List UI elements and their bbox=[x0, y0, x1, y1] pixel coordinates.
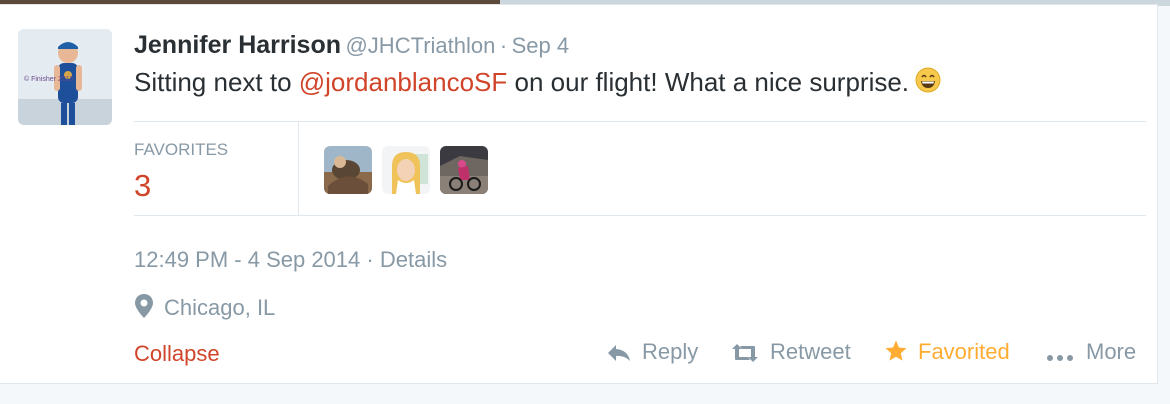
reply-icon bbox=[608, 345, 630, 361]
author-name[interactable]: Jennifer Harrison bbox=[134, 31, 341, 59]
reply-button[interactable]: Reply bbox=[606, 339, 698, 369]
favoriter-avatars bbox=[324, 146, 488, 194]
favorites-count[interactable]: 3 bbox=[134, 168, 151, 204]
location-pin-icon bbox=[135, 294, 153, 318]
favorites-label: FAVORITES bbox=[134, 140, 229, 159]
tweet-text: Sitting next to @jordanblancoSF on our f… bbox=[134, 67, 1134, 100]
timestamp-text[interactable]: 12:49 PM - 4 Sep 2014 bbox=[134, 247, 360, 272]
favoriter-avatar[interactable] bbox=[324, 146, 372, 194]
favoriter-avatar[interactable] bbox=[382, 146, 430, 194]
tweet-card[interactable]: © Finisher 2010 Jennifer Harrison @JHCTr… bbox=[0, 4, 1158, 384]
author-avatar[interactable]: © Finisher 2010 bbox=[18, 29, 112, 125]
grinning-face-emoji-icon bbox=[915, 67, 941, 100]
tweet-text-end: on our flight! What a nice surprise. bbox=[507, 67, 910, 97]
collapse-button[interactable]: Collapse bbox=[134, 341, 220, 367]
favorite-button[interactable]: Favorited bbox=[884, 339, 1010, 369]
tweet-timestamp: 12:49 PM - 4 Sep 2014 · Details bbox=[134, 247, 447, 273]
favoriter-avatar[interactable] bbox=[440, 146, 488, 194]
avatar-image: © Finisher 2010 bbox=[18, 29, 112, 125]
more-dots-icon bbox=[1047, 355, 1073, 361]
author-handle[interactable]: @JHCTriathlon bbox=[345, 33, 495, 58]
tweet-date[interactable]: Sep 4 bbox=[512, 33, 570, 58]
retweet-label: Retweet bbox=[770, 339, 851, 364]
star-icon bbox=[885, 340, 907, 361]
header-separator: · bbox=[499, 33, 508, 58]
tweet-stats: FAVORITES 3 bbox=[134, 121, 1146, 216]
retweet-button[interactable]: Retweet bbox=[730, 339, 851, 369]
timestamp-separator: · bbox=[366, 247, 374, 272]
location-text[interactable]: Chicago, IL bbox=[164, 295, 275, 320]
retweet-icon bbox=[732, 344, 758, 362]
more-label: More bbox=[1086, 339, 1137, 364]
tweet-location: Chicago, IL bbox=[134, 293, 275, 323]
details-link[interactable]: Details bbox=[380, 247, 447, 272]
mention-link[interactable]: @jordanblancoSF bbox=[299, 67, 508, 97]
more-button[interactable]: More bbox=[1046, 339, 1136, 369]
tweet-text-start: Sitting next to bbox=[134, 67, 299, 97]
tweet-header: Jennifer Harrison @JHCTriathlon · Sep 4 bbox=[134, 31, 569, 61]
favorited-label: Favorited bbox=[918, 339, 1010, 364]
reply-label: Reply bbox=[642, 339, 699, 364]
stats-divider bbox=[298, 122, 299, 216]
svg-text:© Finisher 2010: © Finisher 2010 bbox=[24, 75, 74, 83]
